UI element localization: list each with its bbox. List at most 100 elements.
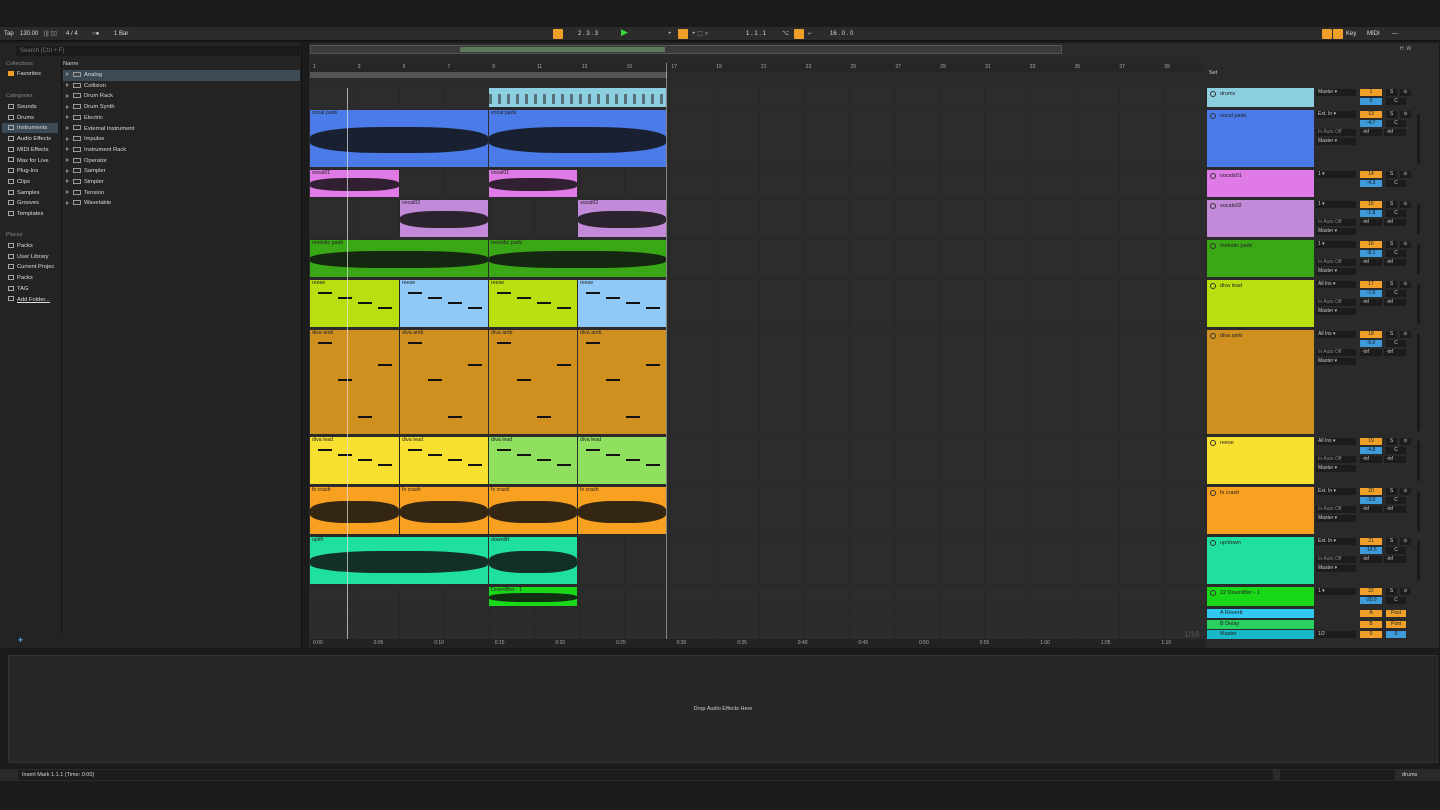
arm-button[interactable]: ⊙ [1400,538,1411,545]
pan-field[interactable]: C [1386,98,1406,105]
track-lane[interactable] [310,88,1205,107]
track-header-diva-amb[interactable]: diva amb [1207,330,1314,434]
clip[interactable]: fx crash [578,487,666,534]
arm-button[interactable]: ⊙ [1400,89,1411,96]
expand-icon[interactable] [66,168,69,173]
clip[interactable]: fx crash [310,487,399,534]
expand-icon[interactable] [66,125,69,130]
volume-field[interactable]: -14.5 [1360,547,1382,554]
track-header-vocals02[interactable]: vocals02 [1207,200,1314,237]
grid-value[interactable]: 1/16 [1184,630,1200,639]
place-item[interactable]: User Library [2,252,58,262]
overview-bar[interactable] [310,45,1062,54]
track-header-22-downlifter-1[interactable]: 22 Downlifter - 1 [1207,587,1314,606]
expand-icon[interactable] [66,83,69,88]
loop-start[interactable]: 1 . 1 . 1 [746,29,766,39]
pan-field[interactable]: C [1386,210,1406,217]
loop-brace[interactable] [310,72,667,78]
place-item[interactable]: TAG [2,284,58,294]
pan-field[interactable]: C [1386,597,1406,604]
input-routing[interactable]: 1 ▾ [1316,241,1356,248]
solo-button[interactable]: S [1386,171,1397,178]
clip[interactable]: diva amb [400,330,488,434]
return-lane[interactable] [310,609,1205,618]
expand-icon[interactable] [66,179,69,184]
clip[interactable]: vocal02 [578,200,666,237]
pan-field[interactable]: C [1386,290,1406,297]
browser-item[interactable]: Sampler [63,166,300,177]
clip[interactable]: diva lead [400,437,488,484]
track-activator-button[interactable]: 16 [1360,241,1382,248]
track-fold-icon[interactable] [1210,283,1216,289]
track-fold-icon[interactable] [1210,113,1216,119]
clip[interactable]: melodic pads [489,240,666,277]
sidebar-item-audio-effects[interactable]: Audio Effects [2,134,58,144]
volume-field[interactable]: -7.0 [1360,290,1382,297]
clip[interactable] [489,88,666,107]
track-fold-icon[interactable] [1210,590,1216,596]
monitor-buttons[interactable]: In Auto Off [1316,259,1356,266]
output-routing[interactable]: Master ▾ [1316,268,1356,275]
beat-ruler[interactable]: 1 3 5 7 9 11 13 15 17 19 21 23 25 27 29 31 33 35 37 39 [310,63,1205,72]
clip[interactable]: vocal pads [310,110,488,167]
place-item[interactable]: Packs [2,273,58,283]
track-fold-icon[interactable] [1210,333,1216,339]
tempo-field[interactable]: 130.00 [20,29,38,39]
arm-button[interactable]: ⊙ [1400,241,1411,248]
song-position[interactable]: 2 . 3 . 3 [578,29,598,39]
return-lane[interactable] [310,620,1205,629]
loop-button[interactable] [794,29,804,39]
time-signature[interactable]: 4 / 4 [66,29,78,39]
input-routing[interactable]: All Ins ▾ [1316,438,1356,445]
browser-item[interactable]: Drum Rack [63,91,300,102]
clip[interactable]: fx crash [489,487,577,534]
input-routing[interactable]: 1 ▾ [1316,171,1356,178]
expand-icon[interactable] [66,115,69,120]
browser-item[interactable]: Impulse [63,134,300,145]
clip[interactable]: diva lead [310,437,399,484]
key-label[interactable]: Key [1346,29,1356,39]
output-routing[interactable]: Master ▾ [1316,228,1356,235]
monitor-buttons[interactable]: In Auto Off [1316,456,1356,463]
pan-field[interactable]: C [1386,250,1406,257]
arm-button[interactable]: ⊙ [1400,111,1411,118]
master-cue[interactable]: 1/2 [1316,631,1356,638]
output-routing[interactable]: Master ▾ [1316,465,1356,472]
add-icon[interactable]: ✚ [18,637,24,644]
solo-button[interactable]: S [1386,438,1397,445]
clip[interactable]: reese [578,280,666,327]
return-header[interactable]: B Delay [1207,620,1314,629]
overdub-icon[interactable]: + [668,29,672,39]
return-activator[interactable]: B [1360,621,1382,628]
loop-length[interactable]: 16 . 0 . 0 [830,29,853,39]
track-activator-button[interactable]: 14 [1360,171,1382,178]
track-activator-button[interactable]: 18 [1360,331,1382,338]
track-lane[interactable] [310,587,1205,606]
sidebar-item-instruments[interactable]: Instruments [2,123,58,134]
browser-item[interactable]: Analog [63,70,300,81]
browser-item[interactable]: Wavetable [63,198,300,209]
clip[interactable]: diva amb [489,330,577,434]
pan-field[interactable]: C [1386,340,1406,347]
monitor-buttons[interactable]: In Auto Off [1316,349,1356,356]
clip[interactable]: vocal02 [400,200,488,237]
browser-item[interactable]: Collision [63,81,300,92]
metronome-icon[interactable]: ||| ▯▯ [44,29,57,39]
sidebar-item-plug-ins[interactable]: Plug-Ins [2,166,58,176]
return-post[interactable]: 0 [1386,631,1406,638]
zoom-slider[interactable] [1280,770,1395,780]
track-header-drums[interactable]: drums [1207,88,1314,107]
input-routing[interactable]: Master ▾ [1316,89,1356,96]
clip[interactable]: diva lead [489,437,577,484]
solo-button[interactable]: S [1386,281,1397,288]
expand-icon[interactable] [66,190,69,195]
place-item[interactable]: Packs [2,241,58,251]
return-lane[interactable] [310,630,1205,639]
track-fold-icon[interactable] [1210,203,1216,209]
solo-button[interactable]: S [1386,588,1397,595]
sidebar-item-drums[interactable]: Drums [2,113,58,123]
track-activator-button[interactable]: 15 [1360,201,1382,208]
quantize-menu[interactable]: 1 Bar [114,29,128,39]
place-item[interactable]: Current Projec [2,262,58,272]
output-routing[interactable]: Master ▾ [1316,138,1356,145]
